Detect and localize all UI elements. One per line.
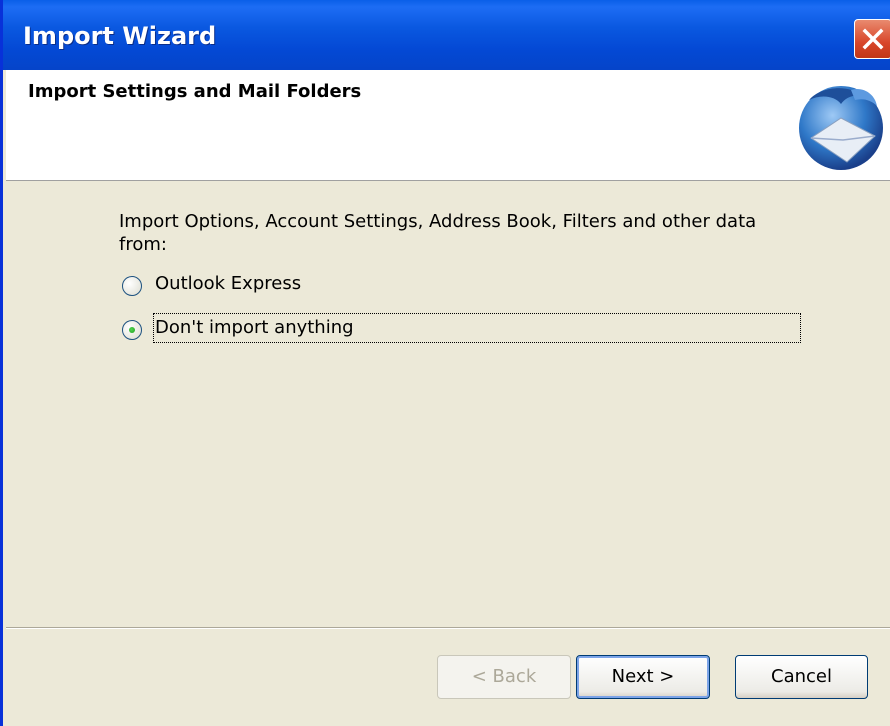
back-button[interactable]: < Back <box>437 655 571 699</box>
cancel-button[interactable]: Cancel <box>735 655 868 699</box>
radio-dont-import[interactable] <box>122 320 142 340</box>
title-bar[interactable]: Import Wizard <box>3 0 890 70</box>
option-label[interactable]: Outlook Express <box>155 273 301 294</box>
thunderbird-logo-icon <box>799 86 883 170</box>
next-button[interactable]: Next > <box>576 655 710 699</box>
wizard-header: Import Settings and Mail Folders <box>6 70 890 181</box>
import-wizard-window: Import Wizard Import Settings and Mail F… <box>0 0 890 726</box>
radio-selected-dot <box>129 327 135 333</box>
footer-separator <box>6 627 890 629</box>
close-icon <box>862 28 884 50</box>
page-title: Import Settings and Mail Folders <box>28 81 362 102</box>
radio-outlook-express[interactable] <box>122 276 142 296</box>
window-title: Import Wizard <box>23 22 217 50</box>
option-label[interactable]: Don't import anything <box>155 317 354 338</box>
import-description: Import Options, Account Settings, Addres… <box>119 211 757 255</box>
close-button[interactable] <box>854 19 890 59</box>
